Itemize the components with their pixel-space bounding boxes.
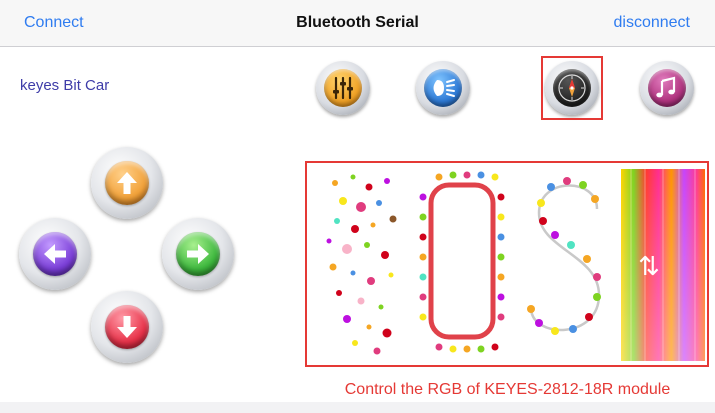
arrow-up-icon: [117, 172, 137, 194]
rgb-lights-illustration: ⇅: [326, 169, 705, 361]
swap-arrows-icon: ⇅: [638, 252, 660, 282]
s-string-lights: [527, 177, 601, 335]
music-icon: [656, 76, 676, 98]
equalizer-icon: [333, 76, 353, 100]
equalizer-mode-button[interactable]: [316, 61, 370, 115]
right-button[interactable]: [162, 218, 234, 290]
arrow-left-icon: [44, 244, 66, 264]
arrow-down-icon: [117, 316, 137, 338]
bulb-frame: [419, 171, 505, 353]
up-button[interactable]: [91, 147, 163, 219]
music-mode-button[interactable]: [640, 61, 694, 115]
rgb-control-panel[interactable]: ⇅: [305, 161, 709, 367]
bottom-bar: [0, 402, 715, 413]
headlight-icon: [433, 79, 455, 97]
selected-mode-highlight: [541, 56, 603, 120]
app-label: keyes Bit Car: [20, 77, 110, 94]
page-title: Bluetooth Serial: [296, 14, 419, 31]
rgb-caption: Control the RGB of KEYES-2812-18R module: [344, 381, 671, 398]
headlight-mode-button[interactable]: [416, 61, 470, 115]
arrow-right-icon: [187, 244, 209, 264]
down-button[interactable]: [91, 291, 163, 363]
navigation-bar: Connect Bluetooth Serial disconnect: [0, 0, 715, 47]
left-button[interactable]: [19, 218, 91, 290]
rainbow-panel: ⇅: [621, 169, 705, 361]
disconnect-button[interactable]: disconnect: [614, 14, 691, 32]
scattered-lights: [326, 174, 397, 355]
